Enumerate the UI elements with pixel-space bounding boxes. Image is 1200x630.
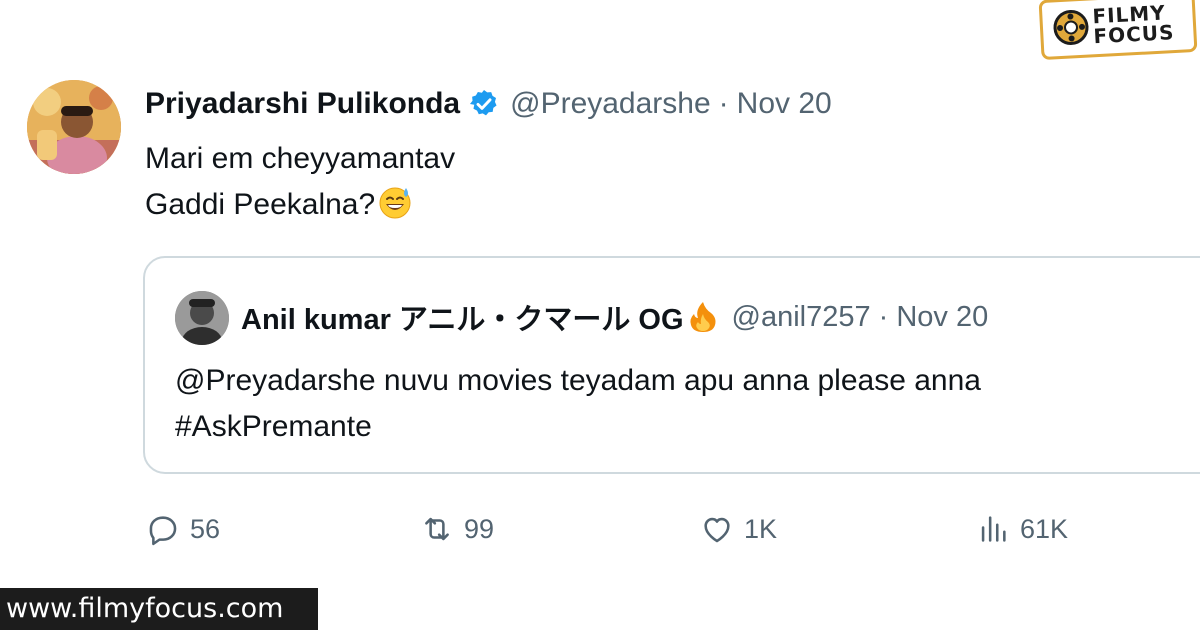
reply-count: 56 [190,513,221,544]
fire-emoji-icon [689,302,716,332]
views-count: 61K [1020,513,1069,544]
quoted-tweet-card[interactable]: Anil kumar アニル・クマール OG @anil7257 · Nov 2… [143,256,1200,474]
tweet-text-line-2: Gaddi Peekalna? [145,188,376,221]
header-separator: · [718,87,729,120]
tweet-text: Mari em cheyyamantav Gaddi Peekalna? [145,136,455,228]
retweet-count: 99 [464,513,495,544]
author-display-name[interactable]: Priyadarshi Pulikonda [145,87,460,121]
watermark-url: www.filmyfocus.com [0,588,318,630]
like-count: 1K [744,513,778,544]
tweet-text-line-1: Mari em cheyyamantav [145,142,456,175]
quoted-tweet-text: @Preyadarshe nuvu movies teyadam apu ann… [175,358,981,450]
film-reel-logo-icon [1053,9,1089,45]
retweet-icon [425,517,449,541]
tweet-date[interactable]: Nov 20 [737,87,832,121]
filmyfocus-logo: FILMY FOCUS [1038,0,1198,61]
quoted-handle[interactable]: @anil7257 [732,301,871,334]
quoted-avatar-photo [175,291,229,345]
views-icon [981,516,1006,542]
logo-text: FILMY FOCUS [1092,1,1176,49]
quoted-display-name[interactable]: Anil kumar アニル・クマール OG [241,296,684,338]
verified-badge-icon [470,90,497,116]
author-handle[interactable]: @Preyadarshe [510,87,711,121]
quoted-tweet-header: Anil kumar アニル・クマール OG @anil7257 · Nov 2… [241,296,988,338]
logo-line2: FOCUS [1092,20,1176,49]
quoted-author-avatar[interactable] [175,291,229,345]
avatar-photo [27,80,121,174]
tweet-action-bar: 56 99 1K 61K [0,512,1200,556]
quoted-text-line-2[interactable]: #AskPremante [175,404,981,450]
retweet-button[interactable]: 99 [420,512,494,546]
quoted-date[interactable]: Nov 20 [896,301,988,334]
sweat-smile-emoji-icon [379,187,411,219]
reply-icon [149,516,177,546]
tweet-header: Priyadarshi Pulikonda @Preyadarshe · Nov… [145,84,832,124]
reply-button[interactable]: 56 [146,512,220,546]
like-icon [704,517,730,543]
views-button[interactable]: 61K [976,512,1068,546]
like-button[interactable]: 1K [700,512,777,546]
quoted-text-line-1: @Preyadarshe nuvu movies teyadam apu ann… [175,364,981,397]
quoted-header-separator: · [878,300,889,333]
tweet-text-line-2-wrapper: Gaddi Peekalna? [145,182,455,228]
author-avatar[interactable] [27,80,121,174]
